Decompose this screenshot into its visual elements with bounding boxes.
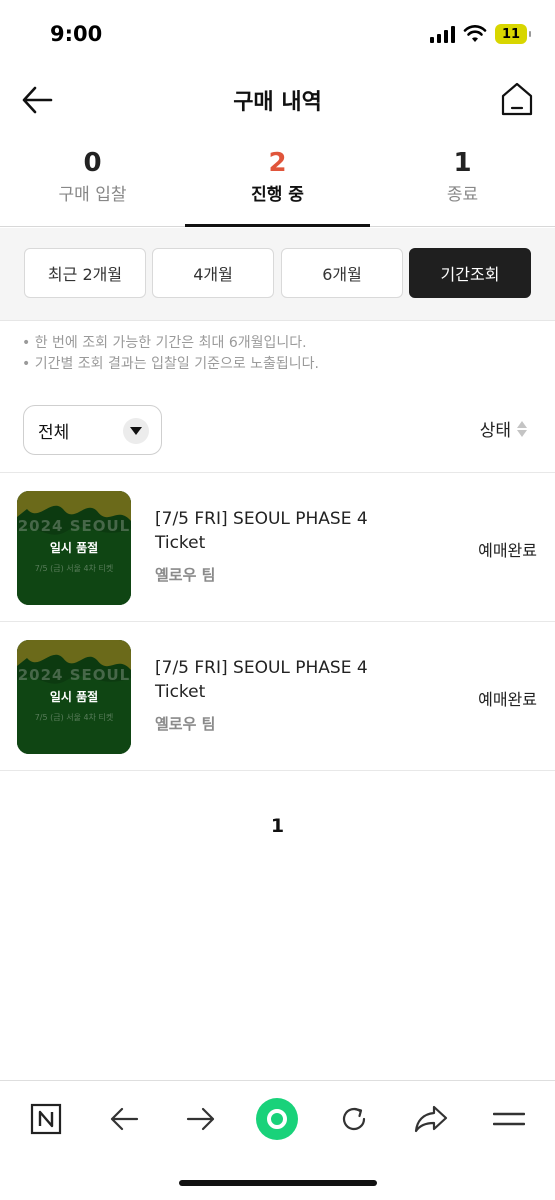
status-badge: 예매완료 [478,541,537,560]
tab-label: 진행 중 [251,185,304,205]
period-custom-button[interactable]: 기간조회 [409,248,531,298]
notice-line: • 한 번에 조회 가능한 기간은 최대 6개월입니다. [22,335,307,351]
tab-count: 2 [268,148,287,178]
thumbnail-subtitle: 7/5 (금) 서울 4차 티켓 [34,564,114,573]
ticket-thumbnail: 2024 SEOUL 일시 품절 7/5 (금) 서울 4차 티켓 [17,640,131,754]
sold-out-badge: 일시 품절 [49,690,99,704]
back-arrow-icon [110,1107,139,1131]
browser-home-button[interactable] [255,1097,299,1141]
naver-button[interactable] [24,1097,68,1141]
category-select-value: 전체 [38,422,70,443]
purchase-list-item[interactable]: 2024 SEOUL 일시 품절 7/5 (금) 서울 4차 티켓 [7/5 F… [0,622,555,771]
battery-icon: 11 [495,24,531,44]
thumbnail-title: 2024 SEOUL [17,666,131,684]
thumbnail-subtitle: 7/5 (금) 서울 4차 티켓 [34,713,114,722]
period-filter-bar: 최근 2개월 4개월 6개월 기간조회 [0,228,555,321]
dropdown-arrow-icon [123,418,149,444]
notice-line: • 기간별 조회 결과는 입찰일 기준으로 노출됩니다. [22,356,320,372]
naver-n-icon [30,1103,62,1135]
page-number[interactable]: 1 [0,815,555,837]
tab-ended[interactable]: 1 종료 [370,140,555,226]
status-bar: 9:00 11 [0,0,555,70]
home-button[interactable] [499,80,535,118]
thumbnail-title: 2024 SEOUL [17,517,131,535]
page-title: 구매 내역 [233,90,322,115]
tab-count: 1 [453,148,472,178]
menu-button[interactable] [487,1097,531,1141]
item-seller: 옐로우 팀 [155,566,216,584]
period-notice: • 한 번에 조회 가능한 기간은 최대 6개월입니다. • 기간별 조회 결과… [22,333,319,375]
tab-in-progress[interactable]: 2 진행 중 [185,140,370,227]
home-icon [501,82,533,116]
period-4months-button[interactable]: 4개월 [152,248,274,298]
header: 구매 내역 [0,70,555,130]
status-badge: 예매완료 [478,690,537,709]
category-select[interactable]: 전체 [23,405,162,455]
share-icon [414,1105,448,1133]
purchase-list-item[interactable]: 2024 SEOUL 일시 품절 7/5 (금) 서울 4차 티켓 [7/5 F… [0,473,555,622]
item-title: [7/5 FRI] SEOUL PHASE 4 Ticket [155,509,368,553]
status-icons: 11 [430,24,531,44]
tab-label: 종료 [446,185,479,205]
signal-icon [430,25,455,43]
period-6months-button[interactable]: 6개월 [281,248,403,298]
sort-label: 상태 [479,421,511,441]
sold-out-badge: 일시 품절 [49,541,99,555]
item-seller: 옐로우 팀 [155,715,216,733]
menu-icon [493,1112,525,1126]
home-circle-icon [256,1098,298,1140]
forward-arrow-icon [186,1107,215,1131]
sort-button[interactable]: 상태 [480,416,527,441]
home-indicator [179,1180,377,1186]
refresh-button[interactable] [332,1097,376,1141]
tab-label: 구매 입찰 [58,185,127,205]
item-title: [7/5 FRI] SEOUL PHASE 4 Ticket [155,658,368,702]
browser-back-button[interactable] [102,1097,146,1141]
status-time: 9:00 [50,22,103,46]
ticket-thumbnail: 2024 SEOUL 일시 품절 7/5 (금) 서울 4차 티켓 [17,491,131,605]
period-2months-button[interactable]: 최근 2개월 [24,248,146,298]
tab-bidding[interactable]: 0 구매 입찰 [0,140,185,226]
wifi-icon [463,25,487,42]
sort-arrows-icon [517,420,527,437]
status-tabs: 0 구매 입찰 2 진행 중 1 종료 [0,140,555,227]
share-button[interactable] [409,1097,453,1141]
tab-count: 0 [83,148,102,178]
refresh-icon [342,1107,366,1131]
browser-forward-button[interactable] [179,1097,223,1141]
